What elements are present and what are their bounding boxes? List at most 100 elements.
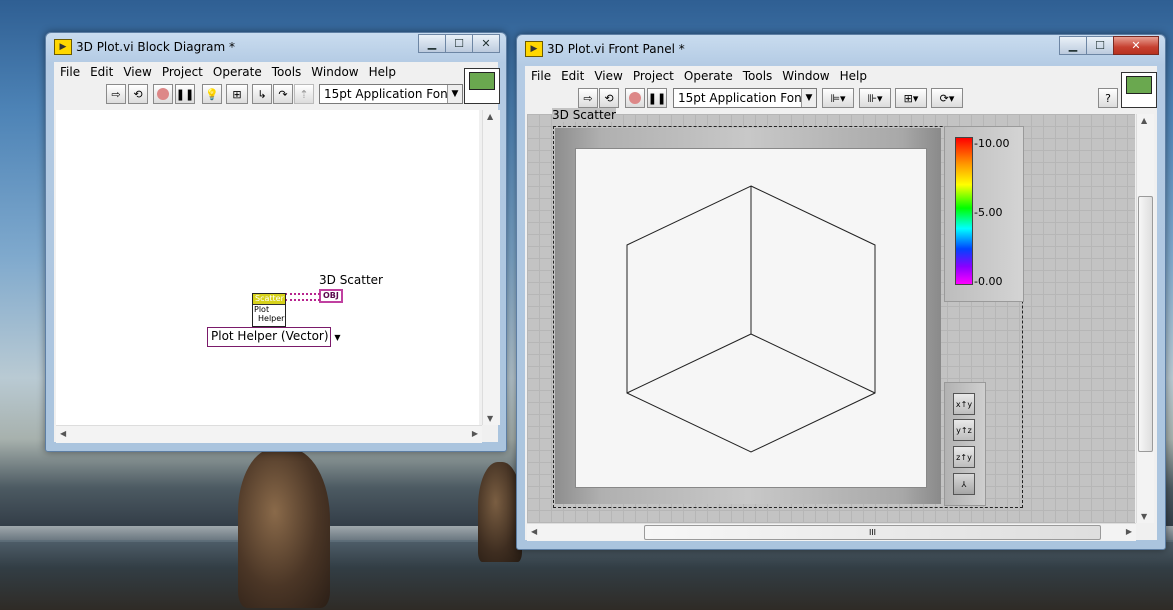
view-default-button[interactable]: ⅄ xyxy=(953,473,975,495)
font-selector[interactable]: 15pt Application Font ▼ xyxy=(319,84,463,104)
horizontal-scroll-thumb[interactable]: III xyxy=(644,525,1101,540)
menu-window[interactable]: Window xyxy=(782,69,829,83)
context-help-button[interactable]: ? xyxy=(1098,88,1118,108)
menu-view[interactable]: View xyxy=(123,65,151,79)
close-button[interactable]: ✕ xyxy=(472,34,500,53)
close-icon: ✕ xyxy=(1131,39,1141,52)
distribute-objects-button[interactable]: ⊪▾ xyxy=(859,88,891,108)
reorder-icon: ⟳▾ xyxy=(939,91,955,105)
menu-file[interactable]: File xyxy=(60,65,80,79)
abort-button[interactable] xyxy=(625,88,645,108)
view-xz-button[interactable]: y↑z xyxy=(953,419,975,441)
step-out-button[interactable]: ⇡ xyxy=(294,84,314,104)
maximize-button[interactable]: ☐ xyxy=(1086,36,1114,55)
3d-plot-area[interactable] xyxy=(575,148,927,488)
step-over-button[interactable]: ↷ xyxy=(273,84,293,104)
minimize-button[interactable]: ▁ xyxy=(418,34,446,53)
pause-icon: ❚❚ xyxy=(175,87,195,101)
refnum-wire[interactable] xyxy=(285,293,320,301)
run-button[interactable]: ⇨ xyxy=(106,84,126,104)
3d-scatter-terminal[interactable]: OBJ xyxy=(319,289,343,303)
reorder-button[interactable]: ⟳▾ xyxy=(931,88,963,108)
block-diagram-titlebar[interactable]: ▶ 3D Plot.vi Block Diagram * ▁ ☐ ✕ xyxy=(46,33,506,61)
horizontal-scrollbar[interactable]: ◀ ▶ xyxy=(56,425,482,443)
scroll-up-icon[interactable]: ▲ xyxy=(1141,116,1147,125)
cube-edge-x xyxy=(626,333,752,394)
scroll-down-icon[interactable]: ▼ xyxy=(1141,512,1147,521)
menu-tools[interactable]: Tools xyxy=(743,69,773,83)
scroll-left-icon[interactable]: ◀ xyxy=(60,429,66,438)
menu-edit[interactable]: Edit xyxy=(90,65,113,79)
front-panel-titlebar[interactable]: ▶ 3D Plot.vi Front Panel * ▁ ☐ ✕ xyxy=(517,35,1165,63)
block-diagram-window[interactable]: ▶ 3D Plot.vi Block Diagram * ▁ ☐ ✕ File … xyxy=(45,32,507,452)
vi-icon-graphic xyxy=(469,72,495,90)
ring-dropdown-icon: ▼ xyxy=(334,333,341,342)
labview-vi-icon: ▶ xyxy=(525,41,543,57)
vertical-scrollbar[interactable]: ▲ ▼ xyxy=(1136,114,1154,523)
menu-file[interactable]: File xyxy=(531,69,551,83)
front-panel-canvas[interactable]: 3D Scatter -10.00 -5.00 -0.00 x↑y y↑z z↑… xyxy=(527,108,1135,523)
view-xy-button[interactable]: x↑y xyxy=(953,393,975,415)
close-icon: ✕ xyxy=(481,37,491,50)
colorbar-tick-mid: -5.00 xyxy=(974,206,1003,219)
plot-helper-ring[interactable]: Plot Helper (Vector) ▼ xyxy=(207,327,341,347)
vertical-scroll-thumb[interactable] xyxy=(1138,196,1153,452)
block-diagram-canvas[interactable]: 3D Scatter OBJ Scatter Plot Helper Plot … xyxy=(56,110,479,425)
menu-edit[interactable]: Edit xyxy=(561,69,584,83)
maximize-icon: ☐ xyxy=(454,37,464,50)
colormap-legend[interactable]: -10.00 -5.00 -0.00 xyxy=(944,126,1024,302)
minimize-icon: ▁ xyxy=(427,37,437,50)
wallpaper-rock xyxy=(238,448,330,608)
front-panel-client: File Edit View Project Operate Tools Win… xyxy=(525,66,1157,541)
abort-icon xyxy=(629,92,641,104)
menu-operate[interactable]: Operate xyxy=(213,65,262,79)
run-continuously-button[interactable]: ⟲ xyxy=(599,88,619,108)
pause-button[interactable]: ❚❚ xyxy=(647,88,667,108)
run-continuously-icon: ⟲ xyxy=(133,87,143,101)
pause-button[interactable]: ❚❚ xyxy=(175,84,195,104)
ring-value: Plot Helper (Vector) xyxy=(211,329,329,343)
plot-helper-subvi[interactable]: Scatter Plot Helper xyxy=(252,293,286,327)
3d-scatter-plot-frame[interactable] xyxy=(555,128,941,504)
minimize-button[interactable]: ▁ xyxy=(1059,36,1087,55)
scroll-right-icon[interactable]: ▶ xyxy=(1126,527,1132,536)
scroll-left-icon[interactable]: ◀ xyxy=(531,527,537,536)
view-yz-icon: z↑y xyxy=(956,453,972,462)
menu-help[interactable]: Help xyxy=(369,65,396,79)
vertical-scrollbar[interactable]: ▲ ▼ xyxy=(482,110,500,425)
3d-axes-cube xyxy=(626,185,876,453)
menu-operate[interactable]: Operate xyxy=(684,69,733,83)
vi-connector-icon[interactable] xyxy=(1121,72,1157,108)
scroll-up-icon[interactable]: ▲ xyxy=(487,112,493,121)
align-objects-button[interactable]: ⊫▾ xyxy=(822,88,854,108)
scroll-down-icon[interactable]: ▼ xyxy=(487,414,493,423)
menu-project[interactable]: Project xyxy=(162,65,203,79)
menu-view[interactable]: View xyxy=(594,69,622,83)
menu-project[interactable]: Project xyxy=(633,69,674,83)
menu-tools[interactable]: Tools xyxy=(272,65,302,79)
horizontal-scrollbar[interactable]: ◀ III ▶ xyxy=(527,523,1136,541)
view-yz-button[interactable]: z↑y xyxy=(953,446,975,468)
retain-wire-values-button[interactable]: ⊞ xyxy=(226,84,248,104)
font-selector[interactable]: 15pt Application Font ▼ xyxy=(673,88,817,108)
help-icon: ? xyxy=(1105,91,1111,105)
front-panel-window[interactable]: ▶ 3D Plot.vi Front Panel * ▁ ☐ ✕ File Ed… xyxy=(516,34,1166,550)
maximize-button[interactable]: ☐ xyxy=(445,34,473,53)
menu-help[interactable]: Help xyxy=(840,69,867,83)
abort-button[interactable] xyxy=(153,84,173,104)
cube-edge-y xyxy=(750,333,876,394)
dropdown-arrow-icon: ▼ xyxy=(447,85,462,103)
highlight-execution-button[interactable]: 💡 xyxy=(202,84,222,104)
scroll-right-icon[interactable]: ▶ xyxy=(472,429,478,438)
vi-connector-icon[interactable] xyxy=(464,68,500,104)
terminal-label: 3D Scatter xyxy=(319,273,383,287)
close-button[interactable]: ✕ xyxy=(1113,36,1159,55)
menu-window[interactable]: Window xyxy=(311,65,358,79)
step-into-button[interactable]: ↳ xyxy=(252,84,272,104)
control-label[interactable]: 3D Scatter xyxy=(552,108,616,122)
step-out-icon: ⇡ xyxy=(299,87,309,101)
run-continuously-button[interactable]: ⟲ xyxy=(128,84,148,104)
subvi-line-2: Helper xyxy=(258,314,285,323)
run-button[interactable]: ⇨ xyxy=(578,88,598,108)
resize-objects-button[interactable]: ⊞▾ xyxy=(895,88,927,108)
